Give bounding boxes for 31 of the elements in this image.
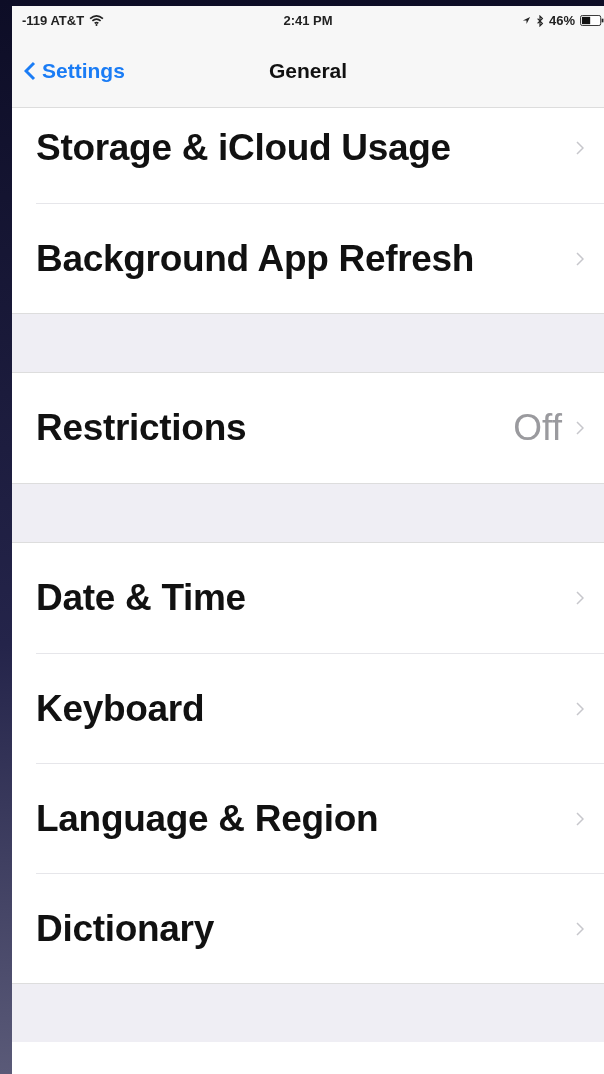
page-title: General bbox=[268, 59, 348, 83]
chevron-right-icon bbox=[576, 141, 584, 155]
row-label: Keyboard bbox=[36, 687, 206, 730]
settings-row[interactable]: Dictionary bbox=[36, 873, 604, 983]
row-label: Language & Region bbox=[36, 797, 380, 840]
settings-row[interactable]: Restrictions Off bbox=[12, 373, 604, 483]
carrier-text: -119 AT&T bbox=[22, 13, 85, 28]
settings-row[interactable]: Language & Region bbox=[36, 763, 604, 873]
back-button[interactable]: Settings bbox=[12, 59, 125, 83]
bluetooth-icon bbox=[535, 14, 544, 27]
chevron-right-icon bbox=[576, 251, 584, 266]
row-label: Restrictions bbox=[36, 407, 248, 449]
chevron-right-icon bbox=[576, 921, 584, 936]
chevron-right-icon bbox=[576, 591, 584, 605]
row-label: Storage & iCloud Usage bbox=[36, 127, 452, 169]
chevron-right-icon bbox=[576, 701, 584, 716]
location-arrow-icon bbox=[521, 16, 531, 25]
settings-row[interactable]: Background App Refresh bbox=[36, 203, 604, 313]
row-label: Background App Refresh bbox=[36, 237, 476, 280]
row-label: Dictionary bbox=[36, 907, 215, 950]
clock-text: 2:41 PM bbox=[283, 13, 333, 28]
settings-row[interactable]: Storage & iCloud Usage bbox=[12, 108, 604, 203]
settings-row[interactable]: Keyboard bbox=[36, 653, 604, 763]
battery-percent-text: 46% bbox=[548, 13, 575, 28]
chevron-right-icon bbox=[576, 421, 584, 435]
chevron-right-icon bbox=[576, 811, 584, 826]
wifi-icon bbox=[89, 15, 105, 26]
row-value: Off bbox=[513, 407, 562, 449]
chevron-left-icon bbox=[24, 61, 36, 81]
settings-row[interactable]: Date & Time bbox=[12, 543, 604, 653]
row-label: Date & Time bbox=[36, 577, 247, 619]
